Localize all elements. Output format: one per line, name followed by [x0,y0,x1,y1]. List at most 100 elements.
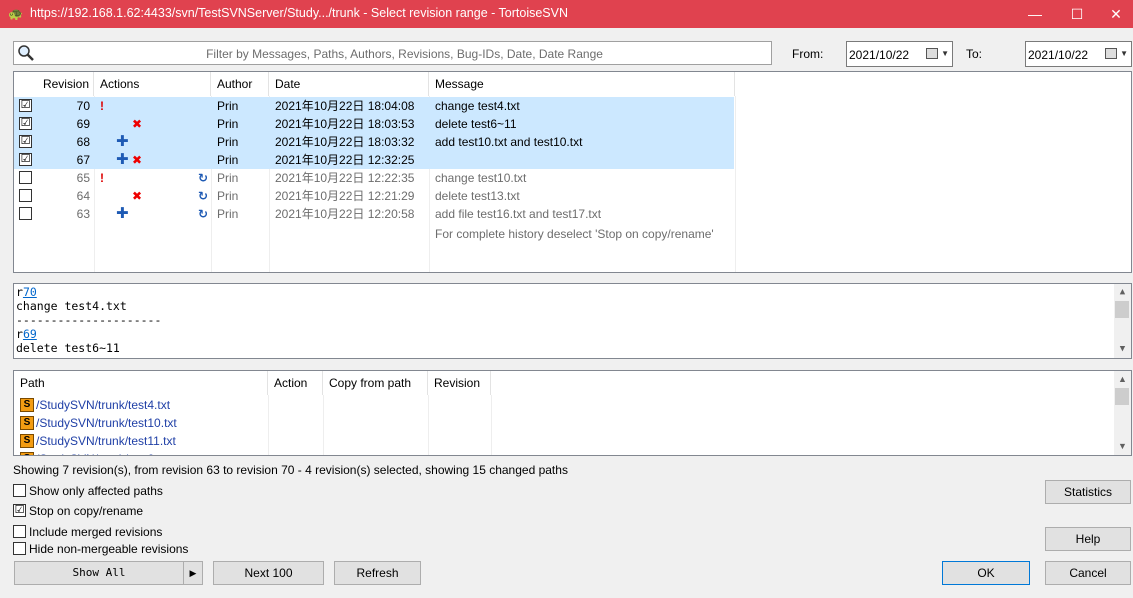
scroll-up-icon[interactable]: ▲ [1114,371,1131,388]
checkbox-mark[interactable] [13,542,26,555]
scroll-thumb[interactable] [1115,388,1129,405]
revision-cell: 68 [76,135,90,149]
scroll-thumb[interactable] [1115,301,1129,318]
checkbox-mark[interactable] [13,484,26,497]
file-icon: S [20,434,34,448]
row-checkbox[interactable]: ☑ [19,117,32,130]
show-all-button[interactable]: Show All [14,561,184,585]
checkbox-mark[interactable]: ☑ [13,504,26,517]
added-icon: ✚ [116,151,129,168]
message-text: change test4.txt [16,299,127,313]
col-header-actions[interactable]: Actions [94,72,211,96]
next-100-button[interactable]: Next 100 [213,561,324,585]
chevron-down-icon[interactable]: ▼ [941,49,949,58]
table-row[interactable]: ☑ 70 Prin 2021年10月22日 18:04:08 change test4.… [14,97,734,115]
list-item[interactable]: S/StudySVN/trunk/test11.txt [14,432,1114,450]
message-line: change test4.txt [16,299,127,313]
col-header-revision[interactable]: Revision [14,72,94,96]
revision-cell: 65 [76,171,90,185]
filter-input[interactable]: Filter by Messages, Paths, Authors, Revi… [13,41,772,65]
revision-prefix: r [16,327,23,341]
revision-cell: 70 [76,99,90,113]
author-cell: Prin [217,171,239,185]
row-checkbox[interactable]: ☑ [19,153,32,166]
message-cell: delete test6~11 [435,117,517,131]
message-scrollbar[interactable]: ▲ ▼ [1114,284,1131,358]
to-date-picker[interactable]: 2021/10/22 ▼ [1025,41,1132,67]
table-row[interactable]: 63 Prin 2021年10月22日 12:20:58 add file test1… [14,205,734,223]
revision-link[interactable]: 69 [23,327,37,341]
scroll-down-icon[interactable]: ▼ [1114,341,1131,358]
col-header-date[interactable]: Date [269,72,429,96]
date-cell: 2021年10月22日 12:32:25 [275,153,415,167]
from-label: From: [792,47,824,61]
row-checkbox[interactable] [19,189,32,202]
date-cell: 2021年10月22日 18:04:08 [275,99,415,113]
changed-paths-table[interactable]: Path Action Copy from path Revision S/St… [13,370,1132,456]
log-message-pane[interactable]: r70 change test4.txt ---------------------… [13,283,1132,359]
search-icon[interactable] [17,44,35,65]
minimize-button[interactable]: — [1012,0,1058,28]
cancel-button[interactable]: Cancel [1045,561,1131,585]
to-label: To: [966,47,983,61]
row-checkbox[interactable] [19,171,32,184]
revision-cell: 67 [76,153,90,167]
paths-scrollbar[interactable]: ▲ ▼ [1114,371,1131,455]
calendar-icon [926,48,938,59]
refresh-button[interactable]: Refresh [334,561,421,585]
list-item[interactable]: S/StudySVN/trunk/test10.txt [14,414,1114,432]
table-row[interactable]: 65 Prin 2021年10月22日 12:22:35 change test10.… [14,169,734,187]
copied-icon: ↻ [198,189,209,203]
table-row[interactable]: 64 Prin 2021年10月22日 12:21:29 delete test13.… [14,187,734,205]
row-checkbox[interactable]: ☑ [19,135,32,148]
table-row[interactable]: ☑ 69 Prin 2021年10月22日 18:03:53 delete test6~… [14,115,734,133]
list-item[interactable]: S/StudySVN/trunk/test6.txt [14,450,1114,455]
checkbox-mark[interactable] [13,525,26,538]
help-button[interactable]: Help [1045,527,1131,551]
calendar-icon [1105,48,1117,59]
col-header-copy-from[interactable]: Copy from path [323,371,428,395]
author-cell: Prin [217,207,239,221]
list-item[interactable]: S/StudySVN/trunk/test4.txt [14,396,1114,414]
statistics-button[interactable]: Statistics [1045,480,1131,504]
window-title: https://192.168.1.62:4433/svn/TestSVNSer… [30,6,569,20]
row-checkbox[interactable] [19,207,32,220]
added-icon: ✚ [116,133,129,150]
message-line: delete test6~11 [16,341,120,355]
from-date-picker[interactable]: 2021/10/22 ▼ [846,41,953,67]
revision-cell: 69 [76,117,90,131]
col-header-author[interactable]: Author [211,72,269,96]
revision-cell: 64 [76,189,90,203]
revision-cell: 63 [76,207,90,221]
col-header-path[interactable]: Path [14,371,268,395]
col-header-action[interactable]: Action [268,371,323,395]
author-cell: Prin [217,135,239,149]
path-cell: /StudySVN/trunk/test6.txt [36,450,170,455]
revision-log-table[interactable]: Revision Actions Author Date Message ☑ 70… [13,71,1132,273]
path-cell: /StudySVN/trunk/test10.txt [36,416,177,430]
ok-button[interactable]: OK [942,561,1030,585]
modified-icon: ! [100,99,104,113]
table-row[interactable]: ☑ 68 Prin 2021年10月22日 18:03:32 add test10.tx… [14,133,734,151]
message-cell: change test4.txt [435,99,520,113]
close-button[interactable]: ✕ [1093,0,1133,28]
author-cell: Prin [217,99,239,113]
author-cell: Prin [217,117,239,131]
col-header-message[interactable]: Message [429,72,735,96]
col-header-path-revision[interactable]: Revision [428,371,491,395]
checkbox-label: Include merged revisions [29,525,163,539]
deleted-icon: ✖ [132,153,143,167]
copied-icon: ↻ [198,207,209,221]
show-all-dropdown-arrow[interactable]: ▶ [183,561,203,585]
chevron-down-icon[interactable]: ▼ [1120,49,1128,58]
deleted-icon: ✖ [132,189,143,203]
revision-prefix: r [16,285,23,299]
author-cell: Prin [217,189,239,203]
table-row[interactable]: ☑ 67 Prin 2021年10月22日 12:32:25 ✚ ✖ [14,151,734,169]
row-checkbox[interactable]: ☑ [19,99,32,112]
column-divider [735,96,736,272]
scroll-down-icon[interactable]: ▼ [1114,438,1131,455]
filter-placeholder: Filter by Messages, Paths, Authors, Revi… [206,47,603,61]
revision-link[interactable]: 70 [23,285,37,299]
scroll-up-icon[interactable]: ▲ [1114,284,1131,301]
